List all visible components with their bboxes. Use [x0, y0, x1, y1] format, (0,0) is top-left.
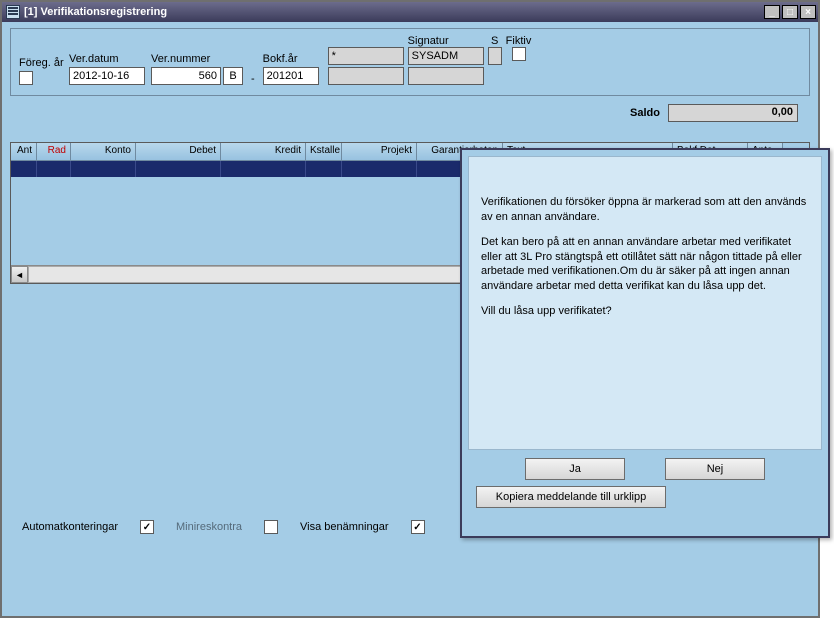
- bottom-options: Automatkonteringar Minireskontra Visa be…: [22, 520, 425, 534]
- signatur-label: Signatur: [408, 35, 484, 47]
- saldo-row: Saldo 0,00: [630, 104, 798, 122]
- col-header-rad[interactable]: Rad: [37, 143, 71, 161]
- visa-benamn-label: Visa benämningar: [300, 521, 388, 533]
- col-header-konto[interactable]: Konto: [71, 143, 136, 161]
- cell[interactable]: [221, 161, 306, 177]
- minireskontra-checkbox[interactable]: [264, 520, 278, 534]
- cell[interactable]: [342, 161, 417, 177]
- cell[interactable]: [37, 161, 71, 177]
- col-header-kstalle[interactable]: Kstalle: [306, 143, 342, 161]
- dialog-text-1: Verifikationen du försöker öppna är mark…: [481, 195, 809, 225]
- s-label: S: [491, 35, 498, 47]
- vernummer-label: Ver.nummer: [151, 53, 243, 65]
- fiktiv-checkbox[interactable]: [512, 47, 526, 61]
- close-button[interactable]: ×: [800, 5, 816, 19]
- s-input: [488, 47, 502, 65]
- automat-label: Automatkonteringar: [22, 521, 118, 533]
- foreg-ar-label: Föreg. år: [19, 57, 63, 69]
- bokfar-input: [263, 67, 319, 85]
- verdatum-label: Ver.datum: [69, 53, 145, 65]
- signatur-input: [408, 47, 484, 65]
- no-button[interactable]: Nej: [665, 458, 765, 480]
- vernummer-input[interactable]: [151, 67, 221, 85]
- maximize-button[interactable]: □: [782, 5, 798, 19]
- cell[interactable]: [306, 161, 342, 177]
- titlebar[interactable]: [1] Verifikationsregistrering _ □ ×: [2, 2, 818, 22]
- dialog-text-2: Det kan bero på att en annan användare a…: [481, 235, 809, 294]
- minimize-button[interactable]: _: [764, 5, 780, 19]
- signatur-bottom-right: [408, 67, 484, 85]
- saldo-value: 0,00: [668, 104, 798, 122]
- saldo-label: Saldo: [630, 107, 660, 119]
- copy-message-button[interactable]: Kopiera meddelande till urklipp: [476, 486, 666, 508]
- verdatum-input[interactable]: [69, 67, 145, 85]
- cell[interactable]: [71, 161, 136, 177]
- signatur-top-input: [328, 47, 404, 65]
- vernummer-suffix-input[interactable]: [223, 67, 243, 85]
- cell[interactable]: [11, 161, 37, 177]
- col-header-projekt[interactable]: Projekt: [342, 143, 417, 161]
- window-title: [1] Verifikationsregistrering: [24, 6, 764, 18]
- foreg-ar-checkbox[interactable]: [19, 71, 33, 85]
- dialog-message-area: Verifikationen du försöker öppna är mark…: [468, 156, 822, 450]
- col-header-ant[interactable]: Ant: [11, 143, 37, 161]
- col-header-kredit[interactable]: Kredit: [221, 143, 306, 161]
- yes-button[interactable]: Ja: [525, 458, 625, 480]
- automat-checkbox[interactable]: [140, 520, 154, 534]
- fiktiv-label: Fiktiv: [506, 35, 532, 47]
- minireskontra-label: Minireskontra: [176, 521, 242, 533]
- unlock-dialog: Verifikationen du försöker öppna är mark…: [460, 148, 830, 538]
- app-icon: [6, 5, 20, 19]
- dash-separator: -: [249, 73, 257, 85]
- scroll-left-button[interactable]: ◄: [11, 266, 28, 283]
- cell[interactable]: [136, 161, 221, 177]
- bokfar-label: Bokf.år: [263, 53, 319, 65]
- form-area: Föreg. år Ver.datum Ver.nummer - Bokf.: [10, 28, 810, 96]
- dialog-text-3: Vill du låsa upp verifikatet?: [481, 304, 809, 319]
- col-header-debet[interactable]: Debet: [136, 143, 221, 161]
- signatur-bottom-left: [328, 67, 404, 85]
- visa-benamn-checkbox[interactable]: [411, 520, 425, 534]
